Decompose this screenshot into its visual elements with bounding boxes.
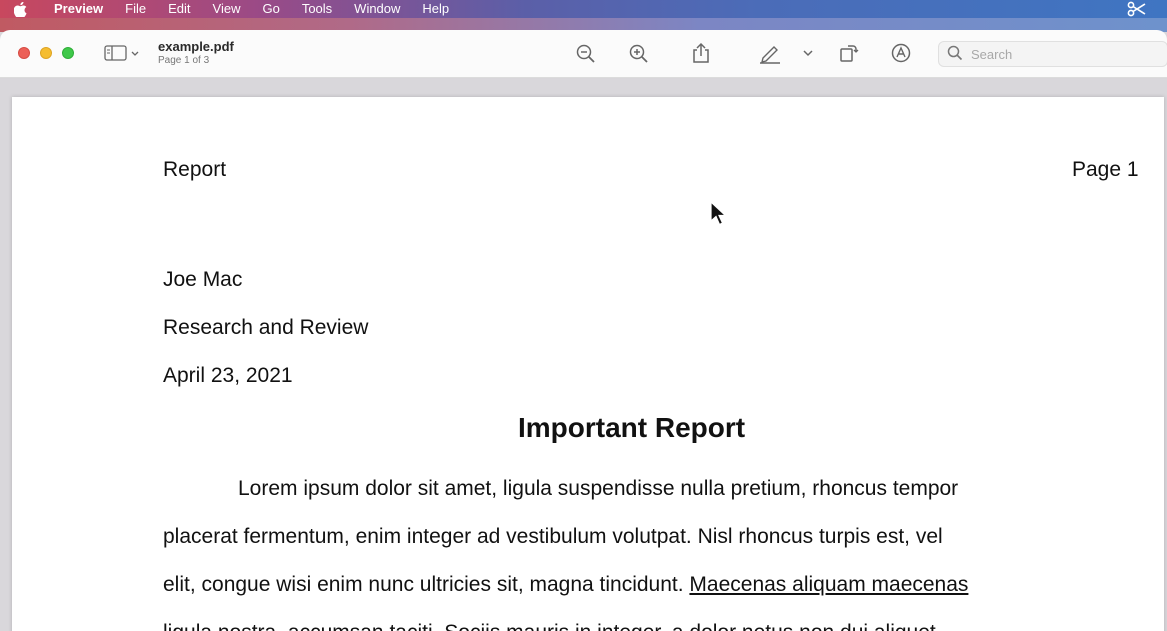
- sidebar-icon[interactable]: [104, 44, 140, 62]
- search-field[interactable]: [938, 41, 1167, 67]
- document-viewport[interactable]: Report Page 1 Joe Mac Research and Revie…: [0, 79, 1167, 631]
- close-window-button[interactable]: [18, 47, 30, 59]
- window-toolbar: example.pdf Page 1 of 3: [0, 30, 1167, 78]
- menu-help[interactable]: Help: [422, 0, 449, 18]
- menu-bar: Preview File Edit View Go Tools Window H…: [0, 0, 1167, 18]
- paragraph-line: Lorem ipsum dolor sit amet, ligula suspe…: [238, 477, 959, 500]
- zoom-out-icon[interactable]: [575, 43, 597, 65]
- menu-tools[interactable]: Tools: [302, 0, 332, 18]
- pdf-page: Report Page 1 Joe Mac Research and Revie…: [12, 97, 1164, 631]
- report-date: April 23, 2021: [163, 364, 293, 387]
- share-icon[interactable]: [690, 41, 712, 65]
- menu-view[interactable]: View: [213, 0, 241, 18]
- department-name: Research and Review: [163, 316, 369, 339]
- underlined-text: Maecenas aliquam maecenas: [689, 573, 969, 596]
- paragraph-line: elit, congue wisi enim nunc ultricies si…: [163, 573, 968, 597]
- menu-app-name[interactable]: Preview: [54, 0, 103, 18]
- chevron-down-icon[interactable]: [802, 48, 814, 58]
- markup-pen-icon[interactable]: [758, 42, 782, 64]
- document-page-count: Page 1 of 3: [158, 55, 210, 66]
- minimize-window-button[interactable]: [40, 47, 52, 59]
- mouse-pointer-icon: [710, 200, 728, 232]
- document-title: example.pdf: [158, 39, 234, 54]
- rotate-icon[interactable]: [838, 42, 860, 64]
- menu-edit[interactable]: Edit: [168, 0, 190, 18]
- paragraph-line: placerat fermentum, enim integer ad vest…: [163, 525, 943, 548]
- annotate-icon[interactable]: [890, 42, 912, 64]
- search-input[interactable]: [971, 46, 1151, 62]
- zoom-in-icon[interactable]: [628, 43, 650, 65]
- apple-menu-icon[interactable]: [14, 1, 30, 17]
- author-name: Joe Mac: [163, 268, 243, 291]
- menu-go[interactable]: Go: [262, 0, 279, 18]
- menu-file[interactable]: File: [125, 0, 146, 18]
- page-header-left: Report: [163, 158, 227, 181]
- report-title: Important Report: [518, 412, 746, 443]
- page-header-right: Page 1: [1072, 158, 1139, 181]
- zoom-window-button[interactable]: [62, 47, 74, 59]
- menu-window[interactable]: Window: [354, 0, 400, 18]
- paragraph-line-partial: ligula nostra, accumsan taciti. Sociis m…: [163, 621, 942, 631]
- paragraph-text: elit, congue wisi enim nunc ultricies si…: [163, 573, 690, 596]
- search-icon: [947, 45, 963, 64]
